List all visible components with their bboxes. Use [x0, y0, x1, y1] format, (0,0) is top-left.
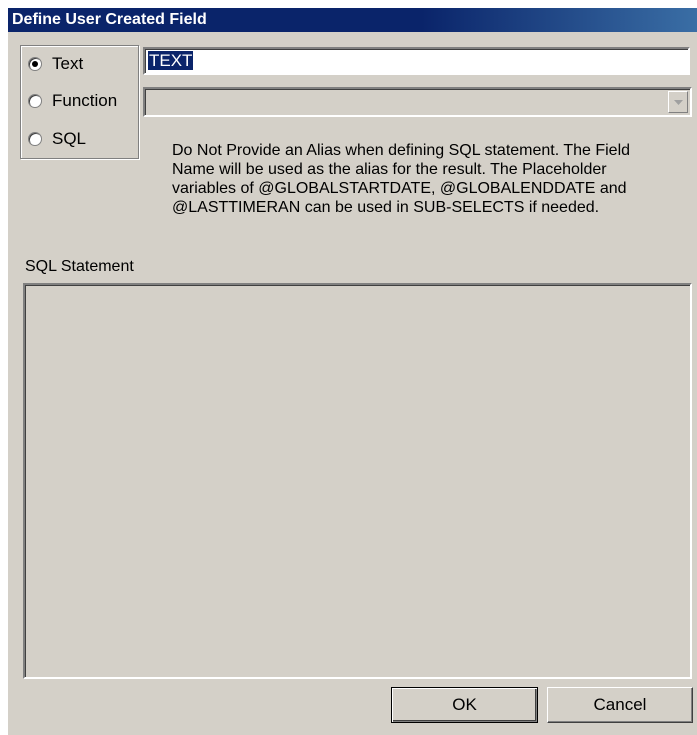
radio-label-sql: SQL: [52, 129, 87, 148]
radio-button-text[interactable]: [28, 57, 42, 71]
cancel-button[interactable]: Cancel: [547, 687, 693, 723]
cancel-button-label: Cancel: [593, 695, 647, 714]
field-type-group: Text Function SQL: [20, 45, 139, 159]
dropdown-button: [668, 91, 688, 113]
radio-button-function[interactable]: [28, 94, 42, 108]
top-border: [0, 0, 697, 8]
text-value-input[interactable]: TEXT: [143, 47, 690, 75]
left-border: [0, 0, 8, 735]
function-select: [143, 87, 692, 117]
radio-button-sql[interactable]: [28, 132, 42, 146]
radio-option-function[interactable]: Function: [28, 90, 117, 112]
radio-label-function: Function: [52, 91, 118, 110]
ok-button[interactable]: OK: [391, 687, 538, 723]
radio-option-text[interactable]: Text: [28, 53, 83, 75]
radio-label-text: Text: [52, 54, 84, 73]
title-bar[interactable]: Define User Created Field: [8, 8, 697, 32]
text-value: TEXT: [148, 51, 194, 70]
sql-statement-textarea: [23, 283, 692, 679]
window-title: Define User Created Field: [12, 11, 207, 28]
define-user-created-field-dialog: Define User Created Field Text Function …: [0, 0, 697, 735]
chevron-down-icon: [673, 99, 683, 105]
ok-button-label: OK: [452, 695, 477, 714]
radio-option-sql[interactable]: SQL: [28, 128, 86, 150]
sql-statement-label: SQL Statement: [25, 258, 134, 275]
sql-help-text: Do Not Provide an Alias when defining SQ…: [172, 142, 631, 216]
